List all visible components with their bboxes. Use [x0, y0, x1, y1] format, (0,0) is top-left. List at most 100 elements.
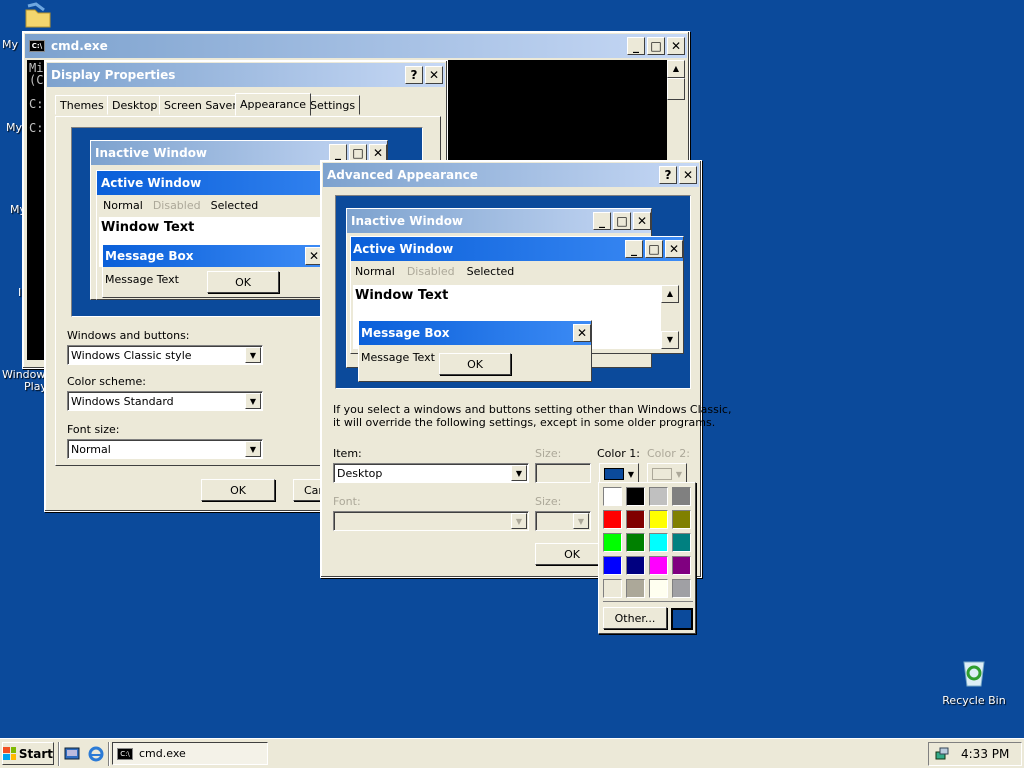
- system-tray: 4:33 PM: [928, 742, 1022, 766]
- other-colors-button[interactable]: Other...: [603, 607, 667, 629]
- scroll-up-arrow-icon[interactable]: ▲: [667, 60, 685, 78]
- adv-preview-message-text: Message Text: [361, 351, 435, 364]
- chevron-down-icon: ▼: [627, 469, 635, 479]
- folder-icon: [25, 2, 51, 28]
- preview-message-titlebar: Message Box ✕: [103, 245, 323, 267]
- color-swatch[interactable]: [649, 510, 668, 529]
- clock[interactable]: 4:33 PM: [961, 747, 1009, 761]
- cmd-icon: C:\: [117, 747, 133, 760]
- desktop-icon-label-my-computer[interactable]: My: [6, 121, 22, 134]
- chevron-down-icon[interactable]: ▼: [245, 393, 261, 409]
- network-icon[interactable]: [934, 746, 950, 762]
- adv-preview-menu-normal: Normal: [355, 264, 395, 278]
- start-button[interactable]: Start: [2, 742, 54, 765]
- close-button[interactable]: ✕: [667, 37, 685, 55]
- recycle-bin[interactable]: Recycle Bin: [940, 656, 1008, 708]
- color-swatch[interactable]: [649, 533, 668, 552]
- chevron-down-icon[interactable]: ▼: [511, 465, 527, 481]
- adv-preview-active-title: Active Window: [353, 242, 454, 256]
- maximize-button[interactable]: □: [647, 37, 665, 55]
- taskbar: Start C:\ cmd.exe 4:33 PM: [0, 738, 1024, 768]
- desktop-icon-label-ie[interactable]: I: [18, 286, 21, 299]
- close-icon: ✕: [633, 212, 651, 230]
- display-properties-title: Display Properties: [51, 68, 176, 82]
- font-size-value: Normal: [71, 442, 111, 456]
- advanced-preview: Inactive Window _ □ ✕ Active Window _ □ …: [335, 195, 691, 389]
- desktop-icon-folder[interactable]: [24, 2, 52, 30]
- close-icon: ✕: [665, 240, 683, 258]
- adv-preview-message-title: Message Box: [361, 326, 450, 340]
- scroll-up-arrow-icon: ▲: [661, 285, 679, 303]
- adv-preview-inactive-title: Inactive Window: [351, 214, 464, 228]
- taskbar-task-cmd[interactable]: C:\ cmd.exe: [112, 742, 268, 765]
- color-swatch[interactable]: [626, 510, 645, 529]
- preview-message-box: Message Box ✕ Message Text OK: [102, 244, 324, 298]
- item-select[interactable]: Desktop ▼: [333, 463, 529, 483]
- advanced-appearance-titlebar[interactable]: Advanced Appearance ? ✕: [323, 163, 699, 187]
- tab-themes[interactable]: Themes: [55, 95, 109, 115]
- adv-preview-active-titlebar: Active Window _ □ ✕: [351, 237, 683, 261]
- color-swatch[interactable]: [603, 510, 622, 529]
- size-label: Size:: [535, 447, 562, 460]
- color-swatch[interactable]: [649, 579, 668, 598]
- chevron-down-icon: ▼: [511, 513, 527, 529]
- minimize-icon: _: [593, 212, 611, 230]
- preview-menu-selected: Selected: [210, 198, 259, 212]
- show-desktop-icon[interactable]: [64, 746, 80, 762]
- preview-active-title: Active Window: [101, 176, 202, 190]
- color-swatch[interactable]: [603, 556, 622, 575]
- adv-preview-menu: Normal Disabled Selected: [351, 261, 683, 281]
- ok-button[interactable]: OK: [201, 479, 275, 501]
- color1-label: Color 1:: [597, 447, 640, 460]
- color-swatch[interactable]: [672, 556, 691, 575]
- desktop-icon-label-my-documents[interactable]: My: [2, 38, 18, 51]
- color-swatch[interactable]: [672, 487, 691, 506]
- maximize-icon: □: [613, 212, 631, 230]
- chevron-down-icon[interactable]: ▼: [245, 441, 261, 457]
- scroll-thumb[interactable]: [667, 78, 685, 100]
- color-swatch[interactable]: [626, 487, 645, 506]
- help-button[interactable]: ?: [659, 166, 677, 184]
- preview-message-text: Message Text: [105, 273, 179, 286]
- adv-preview-menu-disabled: Disabled: [406, 264, 455, 278]
- help-button[interactable]: ?: [405, 66, 423, 84]
- tab-screen-saver[interactable]: Screen Saver: [159, 95, 242, 115]
- font-label: Font:: [333, 495, 361, 508]
- font-size-select: ▼: [535, 511, 591, 531]
- color-swatch[interactable]: [603, 579, 622, 598]
- color-swatch[interactable]: [672, 579, 691, 598]
- windows-buttons-select[interactable]: Windows Classic style ▼: [67, 345, 263, 365]
- color-swatch[interactable]: [649, 556, 668, 575]
- internet-explorer-icon[interactable]: [88, 746, 104, 762]
- current-color-swatch[interactable]: [671, 608, 693, 630]
- tab-desktop[interactable]: Desktop: [107, 95, 163, 115]
- color-swatch[interactable]: [672, 510, 691, 529]
- font-size-label: Size:: [535, 495, 562, 508]
- font-size-select[interactable]: Normal ▼: [67, 439, 263, 459]
- preview-ok-button: OK: [207, 271, 279, 293]
- recycle-bin-icon: [963, 661, 985, 687]
- color-swatch[interactable]: [649, 487, 668, 506]
- item-value: Desktop: [337, 466, 383, 480]
- chevron-down-icon[interactable]: ▼: [245, 347, 261, 363]
- color-swatch[interactable]: [626, 533, 645, 552]
- color1-swatch: [603, 468, 624, 480]
- info-text-line-1: If you select a windows and buttons sett…: [333, 403, 732, 416]
- windows-buttons-value: Windows Classic style: [71, 348, 192, 362]
- color-swatch[interactable]: [672, 533, 691, 552]
- minimize-button[interactable]: _: [627, 37, 645, 55]
- tab-settings[interactable]: Settings: [305, 95, 361, 115]
- font-size-label: Font size:: [67, 423, 120, 436]
- tab-appearance[interactable]: Appearance: [235, 93, 312, 116]
- item-label: Item:: [333, 447, 362, 460]
- color-swatch[interactable]: [626, 556, 645, 575]
- display-properties-titlebar[interactable]: Display Properties ? ✕: [47, 63, 445, 87]
- color-swatch[interactable]: [626, 579, 645, 598]
- color-swatch[interactable]: [603, 533, 622, 552]
- windows-buttons-label: Windows and buttons:: [67, 329, 190, 342]
- cmd-titlebar[interactable]: C:\ cmd.exe _ □ ✕: [25, 34, 687, 58]
- close-button[interactable]: ✕: [425, 66, 443, 84]
- close-button[interactable]: ✕: [679, 166, 697, 184]
- color-swatch[interactable]: [603, 487, 622, 506]
- color-scheme-select[interactable]: Windows Standard ▼: [67, 391, 263, 411]
